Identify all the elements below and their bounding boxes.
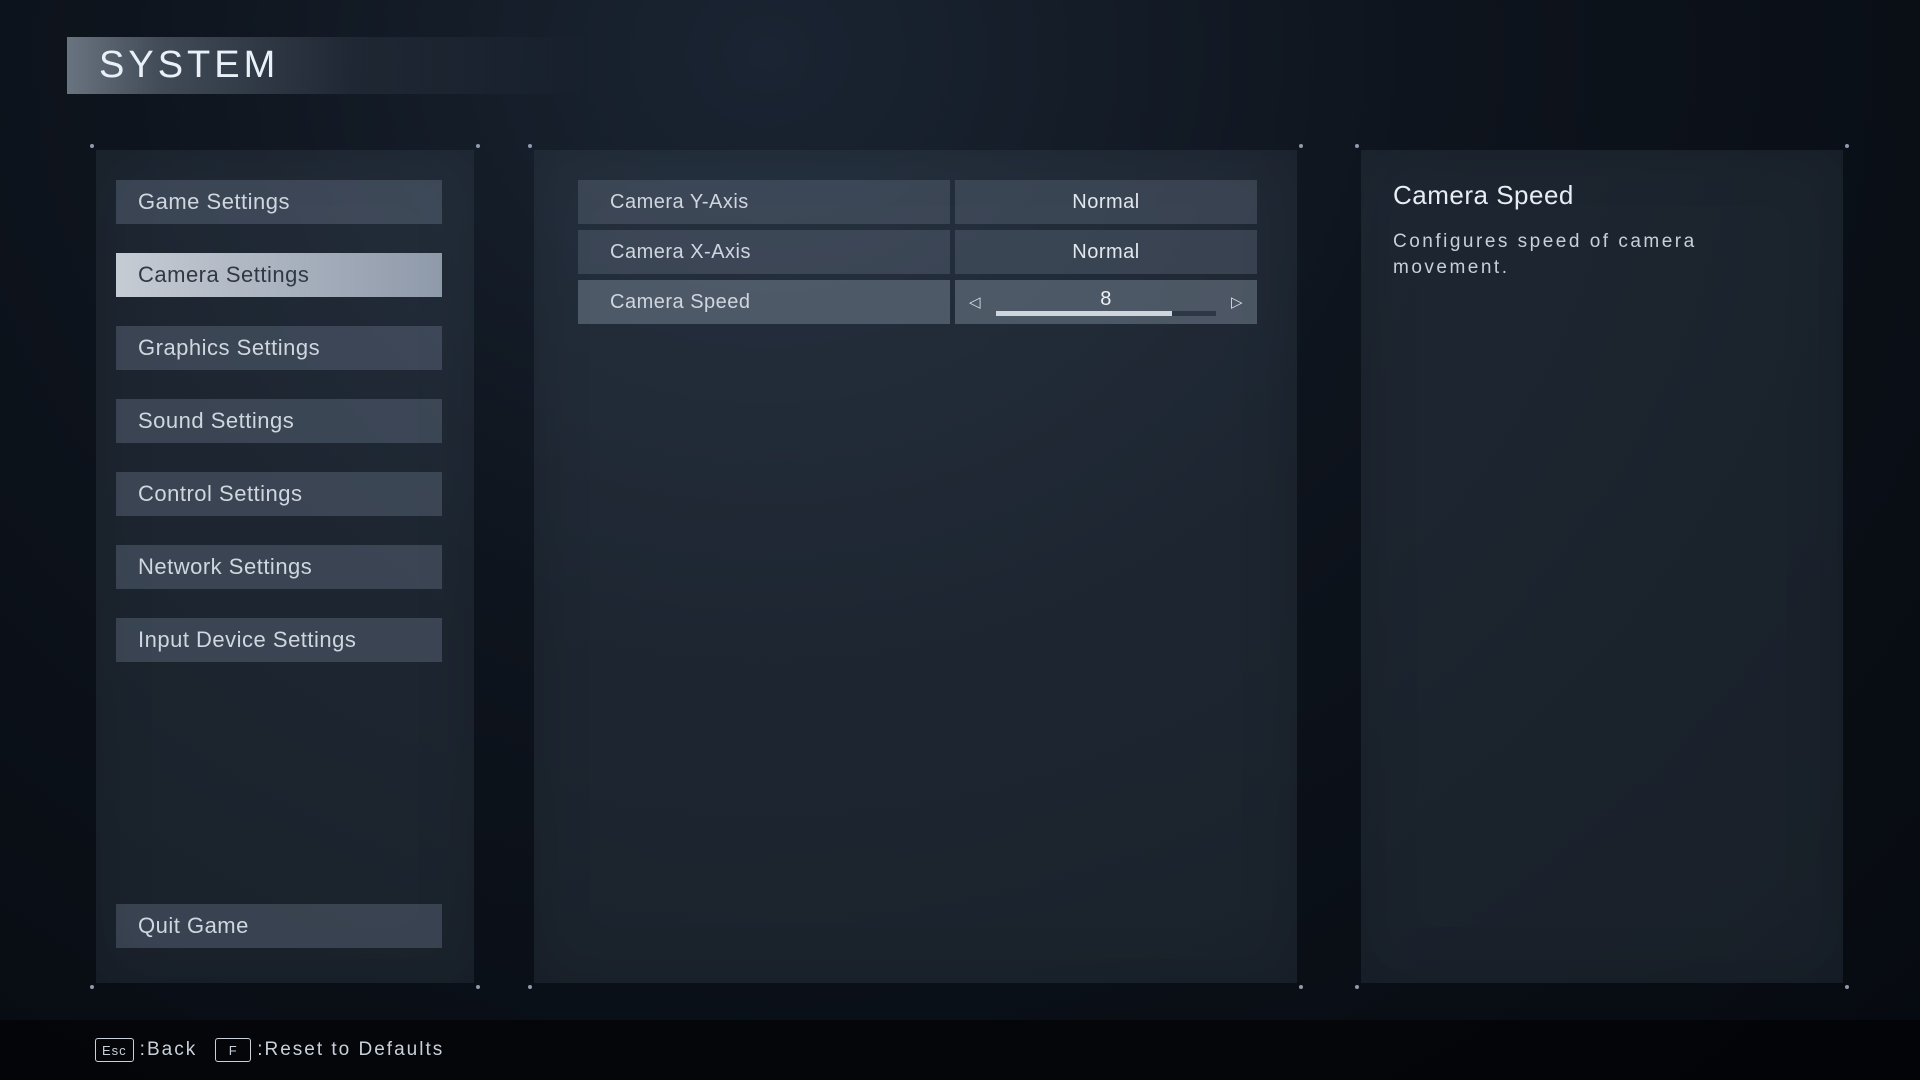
setting-row-camera-speed[interactable]: Camera Speed ◁ 8 ▷	[578, 280, 1257, 324]
corner-dot	[1845, 144, 1849, 148]
setting-value[interactable]: ◁ 8 ▷	[955, 280, 1257, 324]
slider-fill	[996, 311, 1172, 316]
title-bar: SYSTEM	[67, 37, 279, 94]
corner-dot	[1355, 144, 1359, 148]
footer-hint-back: Esc : Back	[95, 1038, 197, 1062]
corner-dot	[1355, 985, 1359, 989]
footer-hints: Esc : Back F : Reset to Defaults	[0, 1020, 1920, 1080]
description-panel: Camera Speed Configures speed of camera …	[1361, 150, 1843, 983]
sidebar-item-camera-settings[interactable]: Camera Settings	[116, 253, 442, 297]
slider-track[interactable]	[996, 311, 1216, 316]
setting-label: Camera X-Axis	[578, 230, 950, 274]
quit-game-label: Quit Game	[138, 913, 249, 939]
sidebar-item-network-settings[interactable]: Network Settings	[116, 545, 442, 589]
sidebar-item-label: Control Settings	[138, 481, 303, 507]
setting-value-text: Normal	[1072, 241, 1139, 264]
corner-dot	[1299, 144, 1303, 148]
page-title: SYSTEM	[67, 44, 279, 87]
corner-dot	[528, 144, 532, 148]
sidebar-item-label: Sound Settings	[138, 408, 294, 434]
sidebar-item-control-settings[interactable]: Control Settings	[116, 472, 442, 516]
sidebar-item-label: Network Settings	[138, 554, 312, 580]
description-body: Configures speed of camera movement.	[1393, 229, 1811, 280]
setting-label: Camera Y-Axis	[578, 180, 950, 224]
setting-row-camera-x-axis[interactable]: Camera X-Axis Normal	[578, 230, 1257, 274]
footer-hint-reset: F : Reset to Defaults	[215, 1038, 444, 1062]
corner-dot	[476, 144, 480, 148]
sidebar-item-input-device-settings[interactable]: Input Device Settings	[116, 618, 442, 662]
setting-row-camera-y-axis[interactable]: Camera Y-Axis Normal	[578, 180, 1257, 224]
keycap-f: F	[215, 1038, 251, 1062]
sidebar-item-label: Input Device Settings	[138, 627, 356, 653]
corner-dot	[528, 985, 532, 989]
quit-game-button[interactable]: Quit Game	[116, 904, 442, 948]
keycap-esc: Esc	[95, 1038, 134, 1062]
sidebar-item-graphics-settings[interactable]: Graphics Settings	[116, 326, 442, 370]
corner-dot	[90, 144, 94, 148]
slider[interactable]: 8	[996, 289, 1216, 316]
corner-dot	[90, 985, 94, 989]
sidebar-item-sound-settings[interactable]: Sound Settings	[116, 399, 442, 443]
setting-value[interactable]: Normal	[955, 180, 1257, 224]
setting-value-text: Normal	[1072, 191, 1139, 214]
footer-hint-reset-label: Reset to Defaults	[264, 1039, 444, 1061]
setting-label: Camera Speed	[578, 280, 950, 324]
footer-hint-back-label: Back	[147, 1039, 197, 1061]
sidebar-item-label: Game Settings	[138, 189, 290, 215]
arrow-right-icon[interactable]: ▷	[1231, 293, 1243, 311]
setting-value[interactable]: Normal	[955, 230, 1257, 274]
sidebar-panel: Game Settings Camera Settings Graphics Set…	[96, 150, 474, 983]
corner-dot	[476, 985, 480, 989]
slider-value: 8	[1100, 289, 1112, 309]
settings-panel: Camera Y-AxisNormalCamera X-AxisNormalCa…	[534, 150, 1297, 983]
sidebar-item-label: Graphics Settings	[138, 335, 320, 361]
corner-dot	[1299, 985, 1303, 989]
sidebar-item-label: Camera Settings	[138, 262, 309, 288]
description-title: Camera Speed	[1393, 180, 1811, 211]
sidebar-item-game-settings[interactable]: Game Settings	[116, 180, 442, 224]
corner-dot	[1845, 985, 1849, 989]
arrow-left-icon[interactable]: ◁	[969, 293, 981, 311]
